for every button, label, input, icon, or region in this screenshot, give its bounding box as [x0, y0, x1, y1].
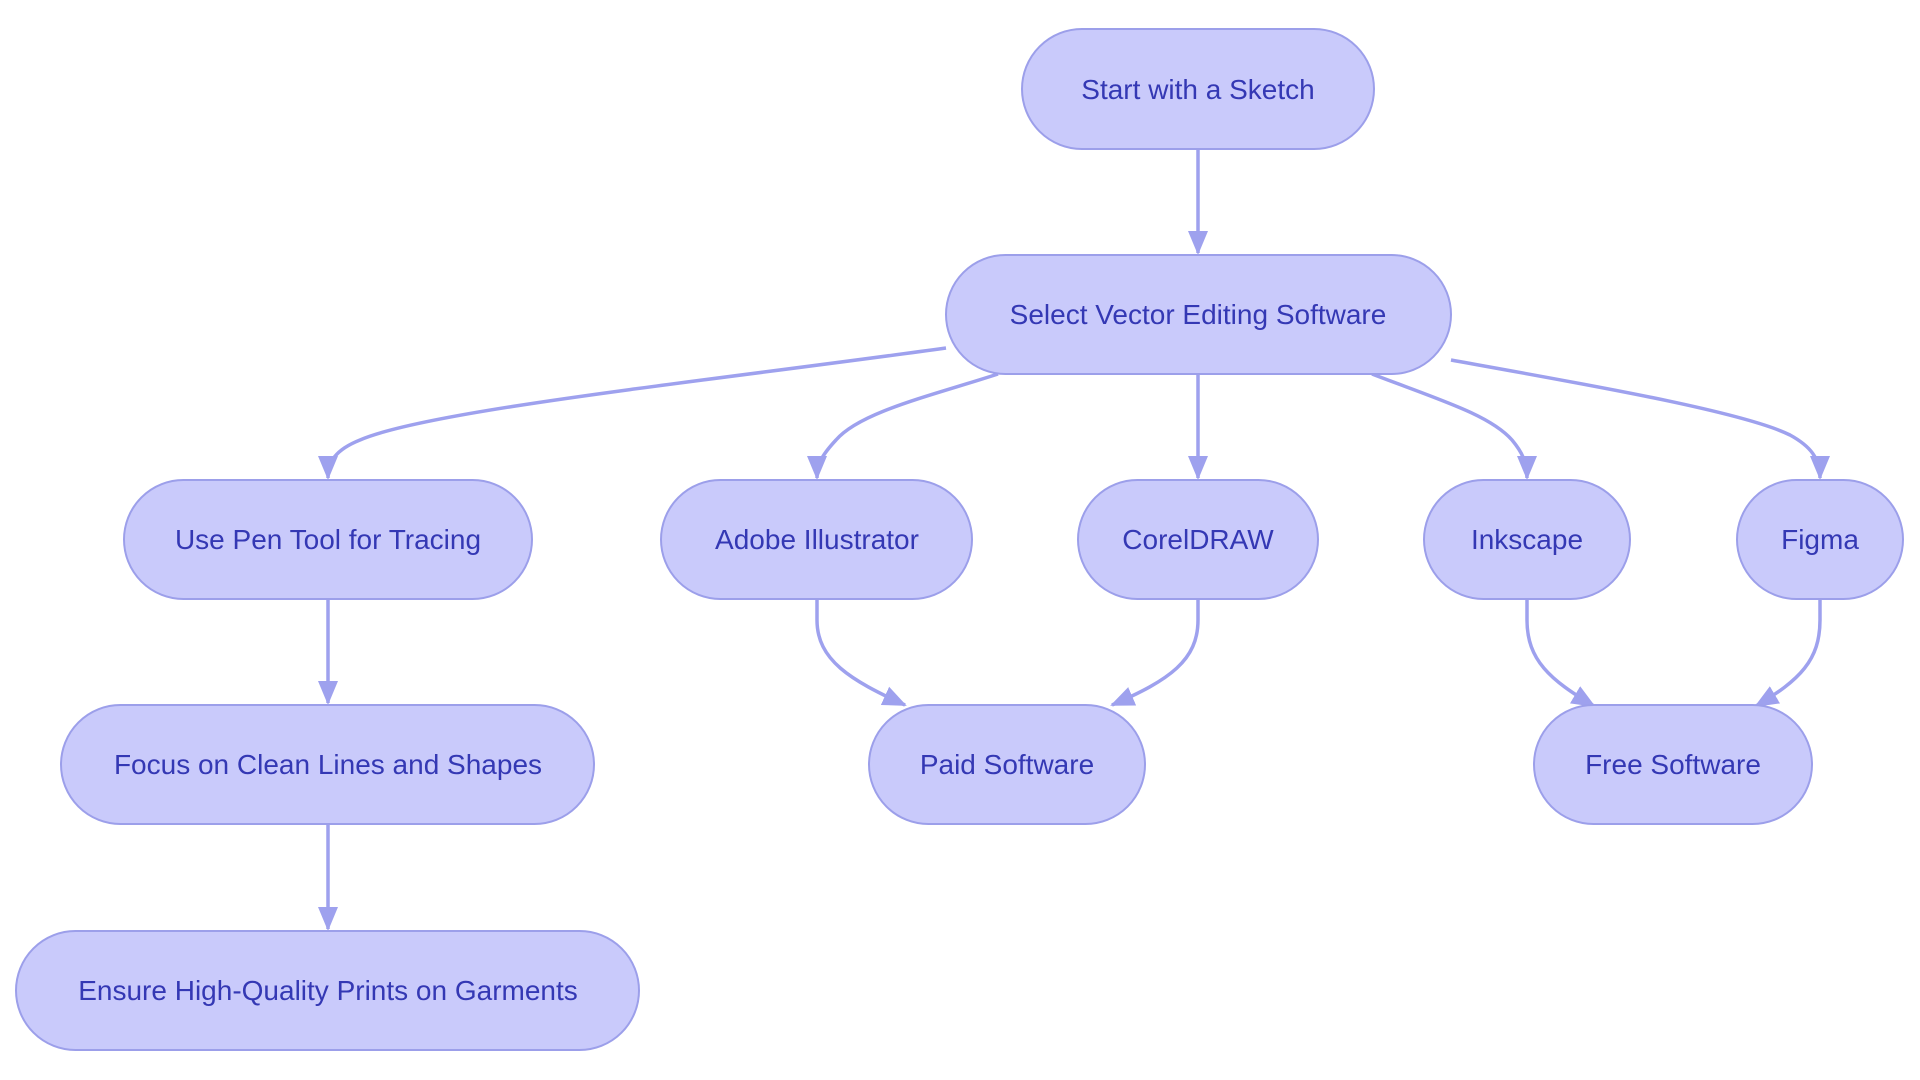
node-focus[interactable]: Focus on Clean Lines and Shapes — [60, 704, 595, 825]
edge-select-to-pen — [318, 346, 947, 480]
edge-select-to-adobe — [807, 372, 999, 480]
node-start[interactable]: Start with a Sketch — [1021, 28, 1375, 150]
edge-select-to-inkscape — [1371, 372, 1537, 480]
node-corel[interactable]: CorelDRAW — [1077, 479, 1319, 600]
edge-inkscape-to-free — [1525, 599, 1596, 708]
node-corel-label: CorelDRAW — [1122, 524, 1274, 555]
flowchart: Start with a Sketch Select Vector Editin… — [15, 28, 1904, 1051]
edge-adobe-to-paid — [815, 599, 907, 707]
node-adobe-label: Adobe Illustrator — [715, 524, 919, 555]
node-inkscape[interactable]: Inkscape — [1423, 479, 1631, 600]
node-select-label: Select Vector Editing Software — [1010, 299, 1387, 330]
nodes-layer: Start with a Sketch Select Vector Editin… — [15, 28, 1904, 1051]
node-free[interactable]: Free Software — [1533, 704, 1813, 825]
node-pen-label: Use Pen Tool for Tracing — [175, 524, 481, 555]
node-figma-label: Figma — [1781, 524, 1859, 555]
node-adobe[interactable]: Adobe Illustrator — [660, 479, 973, 600]
edge-corel-to-paid — [1110, 599, 1200, 707]
node-figma[interactable]: Figma — [1736, 479, 1904, 600]
node-focus-label: Focus on Clean Lines and Shapes — [114, 749, 542, 780]
node-pen[interactable]: Use Pen Tool for Tracing — [123, 479, 533, 600]
node-paid[interactable]: Paid Software — [868, 704, 1146, 825]
node-paid-label: Paid Software — [920, 749, 1094, 780]
node-free-label: Free Software — [1585, 749, 1761, 780]
edge-figma-to-free — [1754, 599, 1822, 708]
node-inkscape-label: Inkscape — [1471, 524, 1583, 555]
node-ensure[interactable]: Ensure High-Quality Prints on Garments — [15, 930, 640, 1051]
node-select[interactable]: Select Vector Editing Software — [945, 254, 1452, 375]
edge-select-to-figma — [1450, 358, 1830, 480]
node-start-label: Start with a Sketch — [1081, 74, 1314, 105]
node-ensure-label: Ensure High-Quality Prints on Garments — [78, 975, 578, 1006]
